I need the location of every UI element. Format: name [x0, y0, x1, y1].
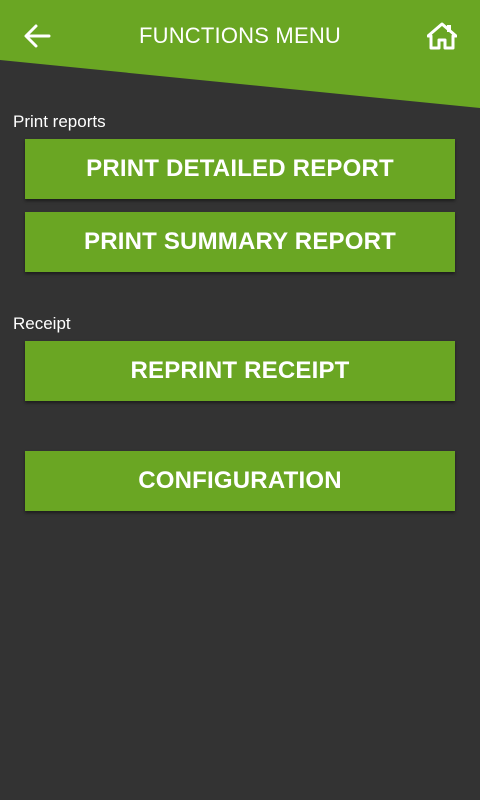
header-bar — [0, 0, 480, 108]
section-label-receipt: Receipt — [13, 314, 71, 333]
arrow-left-icon — [24, 24, 51, 48]
functions-menu-screen: FUNCTIONS MENU Print reports PRINT DETAI… — [0, 0, 480, 800]
reprint-receipt-button[interactable]: REPRINT RECEIPT — [25, 341, 455, 401]
print-summary-report-button[interactable]: PRINT SUMMARY REPORT — [25, 212, 455, 272]
home-icon — [427, 22, 457, 50]
section-label-print-reports: Print reports — [13, 112, 106, 131]
home-button[interactable] — [420, 14, 464, 58]
back-button[interactable] — [14, 14, 60, 58]
print-detailed-report-button[interactable]: PRINT DETAILED REPORT — [25, 139, 455, 199]
page-title: FUNCTIONS MENU — [138, 23, 341, 48]
configuration-button[interactable]: CONFIGURATION — [25, 451, 455, 511]
